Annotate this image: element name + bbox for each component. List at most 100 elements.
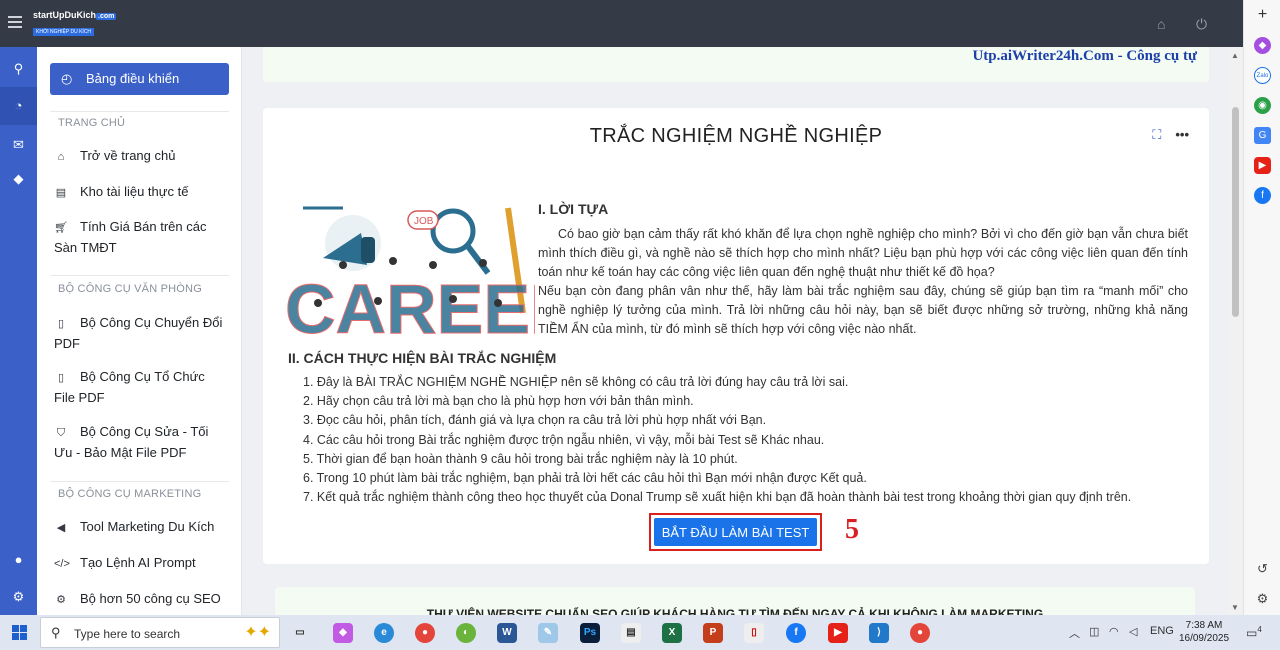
section-heading: I. LỜI TỰA [538, 201, 609, 217]
taskbar: ⚲ Type here to search ✦✦ ▭ ◆ e ● ◐ W ✎ P… [0, 615, 1280, 650]
coccoc-icon[interactable]: ◐ [456, 623, 476, 643]
quiz-card: TRẮC NGHIỆM NGHỀ NGHIỆP ⛶ ••• JOB CAREER … [263, 108, 1209, 564]
chrome-icon[interactable]: ● [415, 623, 435, 643]
history-icon[interactable]: ↺ [1254, 560, 1271, 577]
menu-icon[interactable] [8, 16, 22, 28]
section-title: BỘ CÔNG CỤ VĂN PHÒNG [58, 283, 202, 295]
card-tools: ⛶ ••• [1152, 127, 1189, 143]
language-indicator[interactable]: ENG [1150, 625, 1174, 637]
pdf-reader-icon[interactable]: ▯ [744, 623, 764, 643]
chrome-icon[interactable]: ● [910, 623, 930, 643]
marquee-text[interactable]: Utp.aiWriter24h.Com - Công cụ tự [972, 48, 1197, 65]
sidebar-item-pdf-organize[interactable]: ▯ Bộ Công Cụ Tổ Chức File PDF [54, 367, 226, 408]
diamond-icon[interactable]: ◆ [0, 171, 37, 187]
annotation-number: 5 [845, 514, 859, 545]
home-icon: ⌂ [57, 151, 65, 163]
paint-icon[interactable]: ✎ [538, 623, 558, 643]
search-icon[interactable]: ⚲ [0, 61, 37, 77]
translate-icon[interactable]: G [1254, 127, 1271, 144]
settings-icon[interactable]: ⚙ [1254, 590, 1271, 607]
career-illustration: JOB CAREER CAREER [285, 206, 535, 343]
clock[interactable]: 7:38 AM 16/09/2025 [1174, 619, 1234, 645]
youtube-icon[interactable]: ▶ [828, 623, 848, 643]
notification-icon[interactable]: ▭4 [1246, 625, 1262, 640]
taskbar-search-input[interactable]: ⚲ Type here to search ✦✦ [40, 617, 280, 648]
home-icon[interactable]: ⌂ [1157, 16, 1165, 32]
sidebar-item-pdf-secure[interactable]: ⛉ Bộ Công Cụ Sửa - Tối Ưu - Bảo Mật File … [54, 422, 226, 463]
settings-icon[interactable]: ⚙ [0, 589, 37, 605]
copilot-icon[interactable]: ◆ [333, 623, 353, 643]
scrollbar-thumb[interactable] [1232, 107, 1239, 317]
vscode-icon[interactable]: ⟩ [869, 623, 889, 643]
gear-icon: ⚙ [56, 594, 66, 606]
shield-icon: ⛉ [56, 427, 66, 439]
scroll-down-icon[interactable]: ▼ [1231, 603, 1239, 612]
site-logo[interactable]: startUpDuKich .com KHỞI NGHIỆP DU KÍCH [33, 10, 117, 38]
network-icon[interactable]: ◫ [1089, 625, 1099, 638]
divider [50, 111, 229, 112]
windows-start-icon[interactable] [12, 625, 27, 640]
scroll-up-icon[interactable]: ▲ [1231, 51, 1239, 60]
notepad-icon[interactable]: ▤ [621, 623, 641, 643]
list-item: 7. Kết quả trắc nghiệm thành công theo h… [303, 490, 1132, 505]
sparkle-icon: ✦✦ [244, 624, 271, 641]
sidebar-item-ai-prompt[interactable]: </> Tạo Lệnh AI Prompt [54, 553, 226, 574]
volume-icon[interactable]: ◁ [1129, 625, 1137, 638]
facebook-icon[interactable]: f [1254, 187, 1271, 204]
list-item: 2. Hãy chọn câu trả lời mà bạn cho là ph… [303, 394, 694, 409]
page-scrollbar[interactable]: ▲ ▼ [1228, 47, 1243, 615]
more-icon[interactable]: ••• [1175, 127, 1189, 142]
task-view-icon[interactable]: ▭ [290, 623, 310, 643]
youtube-icon[interactable]: ▶ [1254, 157, 1271, 174]
wifi-icon[interactable]: ◠ [1109, 625, 1119, 638]
megaphone-icon: ◀ [56, 522, 66, 534]
code-icon: </> [54, 558, 70, 570]
divider [50, 275, 229, 276]
gauge-icon: ◴ [61, 71, 73, 86]
browser-sidebar: + ◆ Zalo ◉ G ▶ f ↺ ⚙ [1243, 0, 1280, 615]
sidebar-item-marketing[interactable]: ◀ Tool Marketing Du Kích [54, 517, 226, 538]
sidebar-item-seo-tools[interactable]: ⚙Bộ hơn 50 công cụ SEO F [54, 589, 226, 615]
section-heading: II. CÁCH THỰC HIỆN BÀI TRẮC NGHIỆM [288, 350, 557, 366]
photoshop-icon[interactable]: Ps [580, 623, 600, 643]
sidebar-item-pdf-convert[interactable]: ▯ Bộ Công Cụ Chuyển Đổi PDF [54, 313, 226, 354]
list-item: 5. Thời gian để bạn hoàn thành 9 câu hỏi… [303, 451, 738, 466]
cart-icon: 🛒︎ [54, 222, 68, 234]
facebook-icon[interactable]: f [786, 623, 806, 643]
file-icon: ▤ [55, 187, 67, 199]
list-item: 6. Trong 10 phút làm bài trắc nghiệm, bạ… [303, 471, 867, 486]
list-item: 4. Các câu hỏi trong Bài trắc nghiệm đượ… [303, 432, 825, 447]
messenger-icon[interactable]: ◆ [1254, 37, 1271, 54]
zalo-icon[interactable]: Zalo [1254, 67, 1271, 84]
job-tag: JOB [414, 216, 434, 227]
excel-icon[interactable]: X [662, 623, 682, 643]
fullscreen-icon[interactable]: ⛶ [1152, 127, 1161, 142]
divider [50, 481, 229, 482]
dashboard-icon[interactable]: ◔ [0, 87, 37, 125]
icon-rail: ⚲ ◔ ✉ ◆ ● ⚙ [0, 47, 37, 615]
list-item: 1. Đây là BÀI TRẮC NGHIỆM NGHỀ NGHIỆP nê… [303, 375, 849, 389]
sidebar: ◴ Bảng điều khiển TRANG CHỦ ⌂ Trở về tran… [37, 47, 242, 615]
word-icon[interactable]: W [497, 623, 517, 643]
mail-icon[interactable]: ✉ [0, 137, 37, 153]
start-button-highlight: BẮT ĐẦU LÀM BÀI TEST [649, 513, 822, 551]
edge-icon[interactable]: e [374, 623, 394, 643]
list-item: 3. Đọc câu hỏi, phân tích, đánh giá và l… [303, 413, 767, 428]
power-icon[interactable]: ⏻ [1196, 16, 1207, 33]
main-content: Utp.aiWriter24h.Com - Công cụ tự TRẮC NG… [242, 47, 1228, 627]
user-icon[interactable]: ● [0, 552, 37, 567]
sidebar-item-home[interactable]: ⌂ Trở về trang chủ [54, 146, 226, 167]
sidebar-item-documents[interactable]: ▤ Kho tài liệu thực tế [54, 182, 226, 203]
game-icon[interactable]: ◉ [1254, 97, 1271, 114]
search-icon: ⚲ [51, 625, 61, 640]
sidebar-item-pricing[interactable]: 🛒︎ Tính Giá Bán trên các Sàn TMĐT [54, 217, 226, 258]
add-icon[interactable]: + [1254, 6, 1271, 23]
intro-paragraph: Có bao giờ bạn cảm thấy rất khó khăn để … [538, 227, 1188, 336]
start-test-button[interactable]: BẮT ĐẦU LÀM BÀI TEST [654, 518, 817, 546]
powerpoint-icon[interactable]: P [703, 623, 723, 643]
section-title: BỘ CÔNG CỤ MARKETING [58, 488, 202, 500]
marquee-banner: Utp.aiWriter24h.Com - Công cụ tự [263, 47, 1209, 82]
tray-chevron-icon[interactable]: ︿ [1069, 625, 1080, 641]
top-bar: startUpDuKich .com KHỞI NGHIỆP DU KÍCH ⌂ … [0, 0, 1243, 47]
sidebar-dashboard-button[interactable]: ◴ Bảng điều khiển [50, 63, 229, 95]
